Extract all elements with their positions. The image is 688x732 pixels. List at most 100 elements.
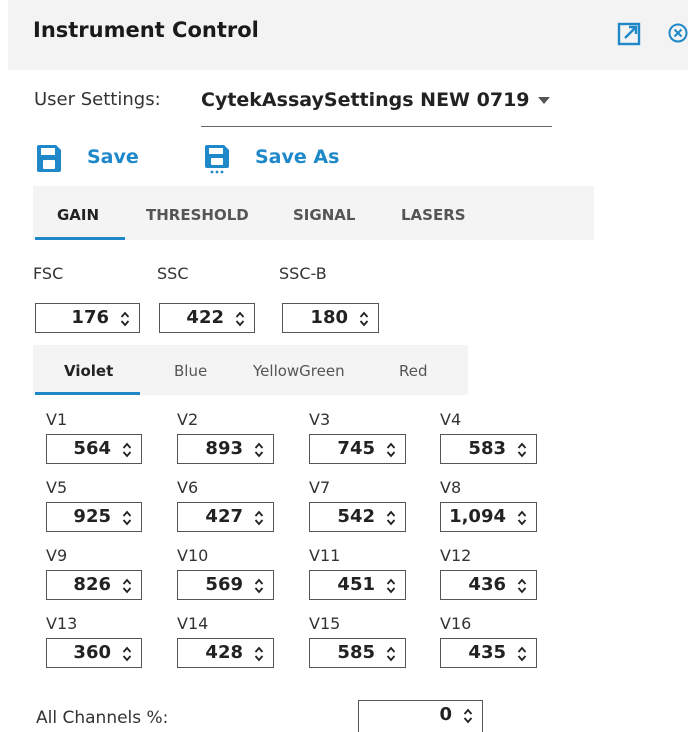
stepper-arrows-icon[interactable] <box>463 708 473 724</box>
channel-gain-value: 427 <box>205 506 243 527</box>
tab-lasers[interactable]: LASERS <box>401 206 466 224</box>
channel-label: V16 <box>440 614 472 633</box>
all-channels-stepper[interactable]: 0 <box>358 700 483 732</box>
channel-gain-stepper[interactable]: 583 <box>440 434 537 464</box>
ssc-gain-stepper[interactable]: 422 <box>159 303 255 333</box>
channel-gain-value: 826 <box>73 574 111 595</box>
all-channels-label: All Channels %: <box>36 708 169 728</box>
channel-gain-value: 569 <box>205 574 243 595</box>
channel-gain-value: 451 <box>337 574 375 595</box>
tab-signal[interactable]: SIGNAL <box>293 206 355 224</box>
channel-gain-stepper[interactable]: 925 <box>46 502 142 532</box>
stepper-arrows-icon[interactable] <box>122 646 132 662</box>
channel-gain-value: 435 <box>468 642 506 663</box>
channel-gain-stepper[interactable]: 1,094 <box>440 502 537 532</box>
channel-gain-value: 542 <box>337 506 375 527</box>
stepper-arrows-icon[interactable] <box>235 311 245 327</box>
ssc-b-gain-stepper[interactable]: 180 <box>282 303 379 333</box>
channel-label: V7 <box>309 478 331 497</box>
stepper-arrows-icon[interactable] <box>120 311 130 327</box>
popout-icon[interactable] <box>616 21 642 47</box>
ssc-gain-value: 422 <box>186 307 224 328</box>
channel-gain-stepper[interactable]: 435 <box>440 638 537 668</box>
stepper-arrows-icon[interactable] <box>254 646 264 662</box>
channel-gain-value: 925 <box>73 506 111 527</box>
channel-gain-stepper[interactable]: 451 <box>309 570 406 600</box>
channel-gain-value: 583 <box>468 438 506 459</box>
channel-gain-value: 893 <box>205 438 243 459</box>
channel-label: V12 <box>440 546 472 565</box>
stepper-arrows-icon[interactable] <box>122 578 132 594</box>
channel-label: V2 <box>177 410 199 429</box>
stepper-arrows-icon[interactable] <box>254 578 264 594</box>
stepper-arrows-icon[interactable] <box>386 510 396 526</box>
save-button[interactable]: Save <box>36 142 146 178</box>
tab-violet[interactable]: Violet <box>64 362 113 380</box>
panel-header: Instrument Control <box>8 0 688 70</box>
channel-label: V14 <box>177 614 209 633</box>
channel-gain-value: 745 <box>337 438 375 459</box>
stepper-arrows-icon[interactable] <box>122 442 132 458</box>
instrument-control-panel: Instrument Control User Settings: CytekA… <box>0 0 688 732</box>
ssc-b-gain-value: 180 <box>310 307 348 328</box>
channel-gain-stepper[interactable]: 585 <box>309 638 406 668</box>
channel-gain-value: 428 <box>205 642 243 663</box>
tab-red[interactable]: Red <box>399 362 428 380</box>
user-settings-value: CytekAssaySettings NEW 0719 (A <box>201 89 531 111</box>
channel-gain-stepper[interactable]: 564 <box>46 434 142 464</box>
channel-gain-stepper[interactable]: 360 <box>46 638 142 668</box>
user-settings-label: User Settings: <box>34 89 161 110</box>
save-as-button[interactable]: Save As <box>204 142 354 178</box>
channel-label: V10 <box>177 546 209 565</box>
tab-threshold[interactable]: THRESHOLD <box>146 206 249 224</box>
channel-label: V8 <box>440 478 462 497</box>
channel-gain-stepper[interactable]: 436 <box>440 570 537 600</box>
channel-label: V6 <box>177 478 199 497</box>
active-tab-indicator <box>35 237 125 240</box>
tab-blue[interactable]: Blue <box>174 362 207 380</box>
stepper-arrows-icon[interactable] <box>386 578 396 594</box>
channel-gain-stepper[interactable]: 427 <box>177 502 274 532</box>
stepper-arrows-icon[interactable] <box>517 578 527 594</box>
main-tab-bar: GAIN THRESHOLD SIGNAL LASERS <box>33 186 594 240</box>
channel-label: V4 <box>440 410 462 429</box>
stepper-arrows-icon[interactable] <box>517 646 527 662</box>
stepper-arrows-icon[interactable] <box>122 510 132 526</box>
save-icon <box>37 145 61 172</box>
stepper-arrows-icon[interactable] <box>254 442 264 458</box>
stepper-arrows-icon[interactable] <box>517 442 527 458</box>
all-channels-value: 0 <box>439 704 452 725</box>
panel-title: Instrument Control <box>33 18 259 42</box>
stepper-arrows-icon[interactable] <box>359 311 369 327</box>
save-as-button-label: Save As <box>255 146 340 168</box>
ssc-b-label: SSC-B <box>279 264 327 283</box>
fsc-gain-value: 176 <box>71 307 109 328</box>
tab-yellowgreen[interactable]: YellowGreen <box>253 362 345 380</box>
stepper-arrows-icon[interactable] <box>254 510 264 526</box>
fsc-label: FSC <box>33 264 64 283</box>
stepper-arrows-icon[interactable] <box>386 442 396 458</box>
channel-gain-stepper[interactable]: 893 <box>177 434 274 464</box>
channel-label: V5 <box>46 478 68 497</box>
laser-tab-bar: Violet Blue YellowGreen Red <box>33 345 468 395</box>
channel-gain-stepper[interactable]: 542 <box>309 502 406 532</box>
save-button-label: Save <box>87 146 139 168</box>
user-settings-dropdown[interactable]: CytekAssaySettings NEW 0719 (A <box>201 86 552 127</box>
stepper-arrows-icon[interactable] <box>517 510 527 526</box>
close-icon[interactable] <box>666 21 688 45</box>
tab-gain[interactable]: GAIN <box>57 206 99 224</box>
channel-label: V15 <box>309 614 341 633</box>
channel-gain-stepper[interactable]: 569 <box>177 570 274 600</box>
chevron-down-icon <box>538 97 550 104</box>
fsc-gain-stepper[interactable]: 176 <box>35 303 140 333</box>
active-sub-tab-indicator <box>35 392 140 395</box>
channel-gain-stepper[interactable]: 826 <box>46 570 142 600</box>
channel-gain-value: 585 <box>337 642 375 663</box>
channel-gain-stepper[interactable]: 745 <box>309 434 406 464</box>
stepper-arrows-icon[interactable] <box>386 646 396 662</box>
channel-label: V11 <box>309 546 341 565</box>
ssc-label: SSC <box>157 264 189 283</box>
channel-gain-stepper[interactable]: 428 <box>177 638 274 668</box>
channel-label: V3 <box>309 410 331 429</box>
channel-label: V9 <box>46 546 68 565</box>
